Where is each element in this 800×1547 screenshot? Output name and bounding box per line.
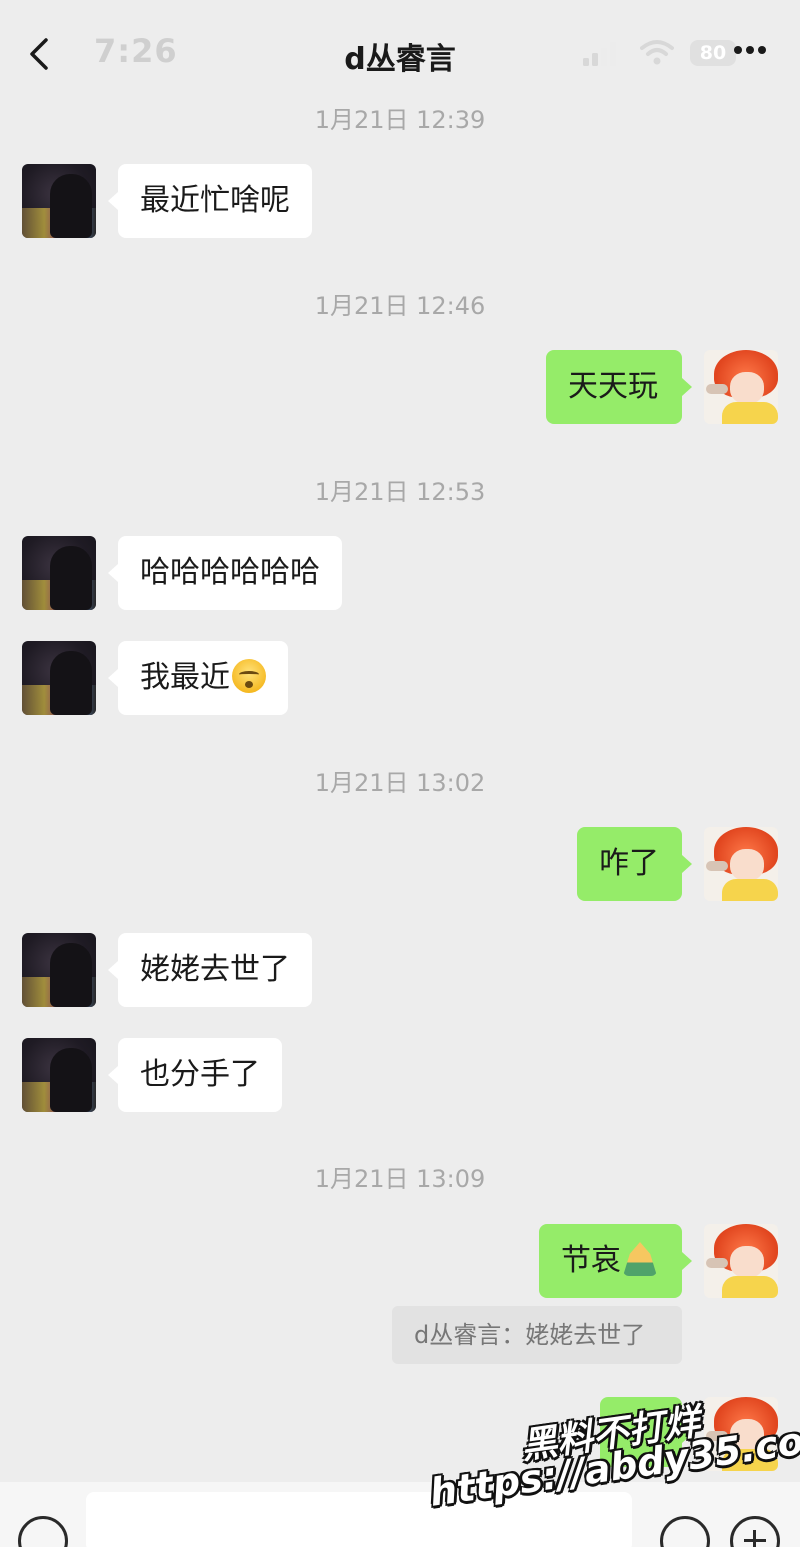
message-timestamp: 1月21日 13:02 xyxy=(314,769,486,797)
input-bar xyxy=(0,1482,800,1547)
sad-face-emoji-icon xyxy=(232,659,266,693)
chat-header: 7:26 d丛睿言 80 xyxy=(0,0,800,100)
voice-input-icon[interactable] xyxy=(18,1516,68,1547)
outgoing-message[interactable]: 天天玩 xyxy=(546,350,692,424)
self-avatar[interactable] xyxy=(704,1224,778,1298)
emoji-picker-icon[interactable] xyxy=(660,1516,710,1547)
incoming-message[interactable]: 我最近 xyxy=(108,641,288,715)
incoming-message[interactable]: 哈哈哈哈哈哈 xyxy=(108,536,342,610)
message-timestamp: 1月21日 12:39 xyxy=(314,106,486,134)
message-text: 我最近 xyxy=(140,660,230,695)
incoming-message[interactable]: 也分手了 xyxy=(108,1038,282,1112)
quoted-message[interactable]: d丛睿言：姥姥去世了 xyxy=(392,1306,682,1364)
contact-avatar[interactable] xyxy=(22,164,96,238)
signal-icon xyxy=(583,42,616,66)
more-actions-plus-icon[interactable] xyxy=(730,1516,780,1547)
message-timestamp: 1月21日 12:46 xyxy=(314,292,486,320)
self-avatar[interactable] xyxy=(704,827,778,901)
message-timestamp: 1月21日 13:09 xyxy=(314,1165,486,1193)
self-avatar[interactable] xyxy=(704,350,778,424)
outgoing-message[interactable]: 咋了 xyxy=(577,827,692,901)
message-input[interactable] xyxy=(86,1492,632,1547)
chat-screen: 7:26 d丛睿言 80 1月21日 12:39 最近忙啥呢 1月21日 12:… xyxy=(0,0,800,1547)
message-timestamp: 1月21日 12:53 xyxy=(314,478,486,506)
message-text: 节哀 xyxy=(561,1243,621,1278)
more-options-icon[interactable] xyxy=(733,44,767,56)
contact-avatar[interactable] xyxy=(22,641,96,715)
folded-hands-emoji-icon xyxy=(623,1242,657,1276)
chat-title: d丛睿言 xyxy=(344,42,456,77)
contact-avatar[interactable] xyxy=(22,536,96,610)
contact-avatar[interactable] xyxy=(22,1038,96,1112)
outgoing-message[interactable]: 节哀 xyxy=(539,1224,692,1298)
battery-indicator: 80 xyxy=(690,40,736,66)
contact-avatar[interactable] xyxy=(22,933,96,1007)
incoming-message[interactable]: 姥姥去世了 xyxy=(108,933,312,1007)
wifi-icon xyxy=(640,40,674,65)
incoming-message[interactable]: 最近忙啥呢 xyxy=(108,164,312,238)
